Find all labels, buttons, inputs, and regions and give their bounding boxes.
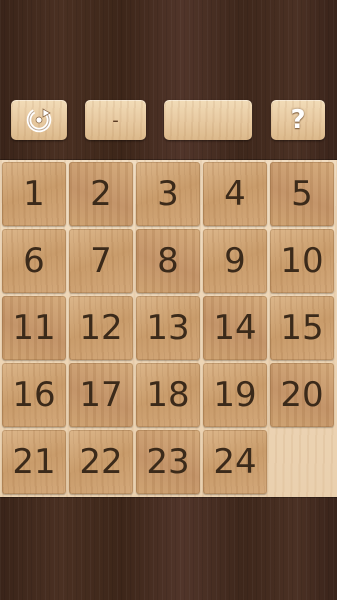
restart-button[interactable] bbox=[11, 100, 67, 140]
tile-13[interactable]: 13 bbox=[136, 296, 200, 360]
tile-5[interactable]: 5 bbox=[270, 162, 334, 226]
tile-14[interactable]: 14 bbox=[203, 296, 267, 360]
tile-16[interactable]: 16 bbox=[2, 363, 66, 427]
tile-22[interactable]: 22 bbox=[69, 430, 133, 494]
empty-slot bbox=[270, 430, 334, 494]
tile-20[interactable]: 20 bbox=[270, 363, 334, 427]
puzzle-board: 1 2 3 4 5 6 7 8 9 10 11 12 13 14 15 16 17 18 19 20 21 22 23 24 bbox=[0, 160, 337, 497]
tile-8[interactable]: 8 bbox=[136, 229, 200, 293]
tile-23[interactable]: 23 bbox=[136, 430, 200, 494]
tile-10[interactable]: 10 bbox=[270, 229, 334, 293]
moves-counter: - bbox=[85, 100, 146, 140]
tile-15[interactable]: 15 bbox=[270, 296, 334, 360]
tile-19[interactable]: 19 bbox=[203, 363, 267, 427]
tile-18[interactable]: 18 bbox=[136, 363, 200, 427]
tile-2[interactable]: 2 bbox=[69, 162, 133, 226]
restart-icon bbox=[26, 107, 52, 133]
tile-6[interactable]: 6 bbox=[2, 229, 66, 293]
timer-display bbox=[164, 100, 252, 140]
tile-9[interactable]: 9 bbox=[203, 229, 267, 293]
tile-11[interactable]: 11 bbox=[2, 296, 66, 360]
tile-21[interactable]: 21 bbox=[2, 430, 66, 494]
tile-12[interactable]: 12 bbox=[69, 296, 133, 360]
tile-4[interactable]: 4 bbox=[203, 162, 267, 226]
tile-17[interactable]: 17 bbox=[69, 363, 133, 427]
tile-24[interactable]: 24 bbox=[203, 430, 267, 494]
tile-3[interactable]: 3 bbox=[136, 162, 200, 226]
help-button[interactable]: ? bbox=[271, 100, 325, 140]
tile-7[interactable]: 7 bbox=[69, 229, 133, 293]
tile-1[interactable]: 1 bbox=[2, 162, 66, 226]
toolbar: - ? bbox=[0, 100, 337, 142]
